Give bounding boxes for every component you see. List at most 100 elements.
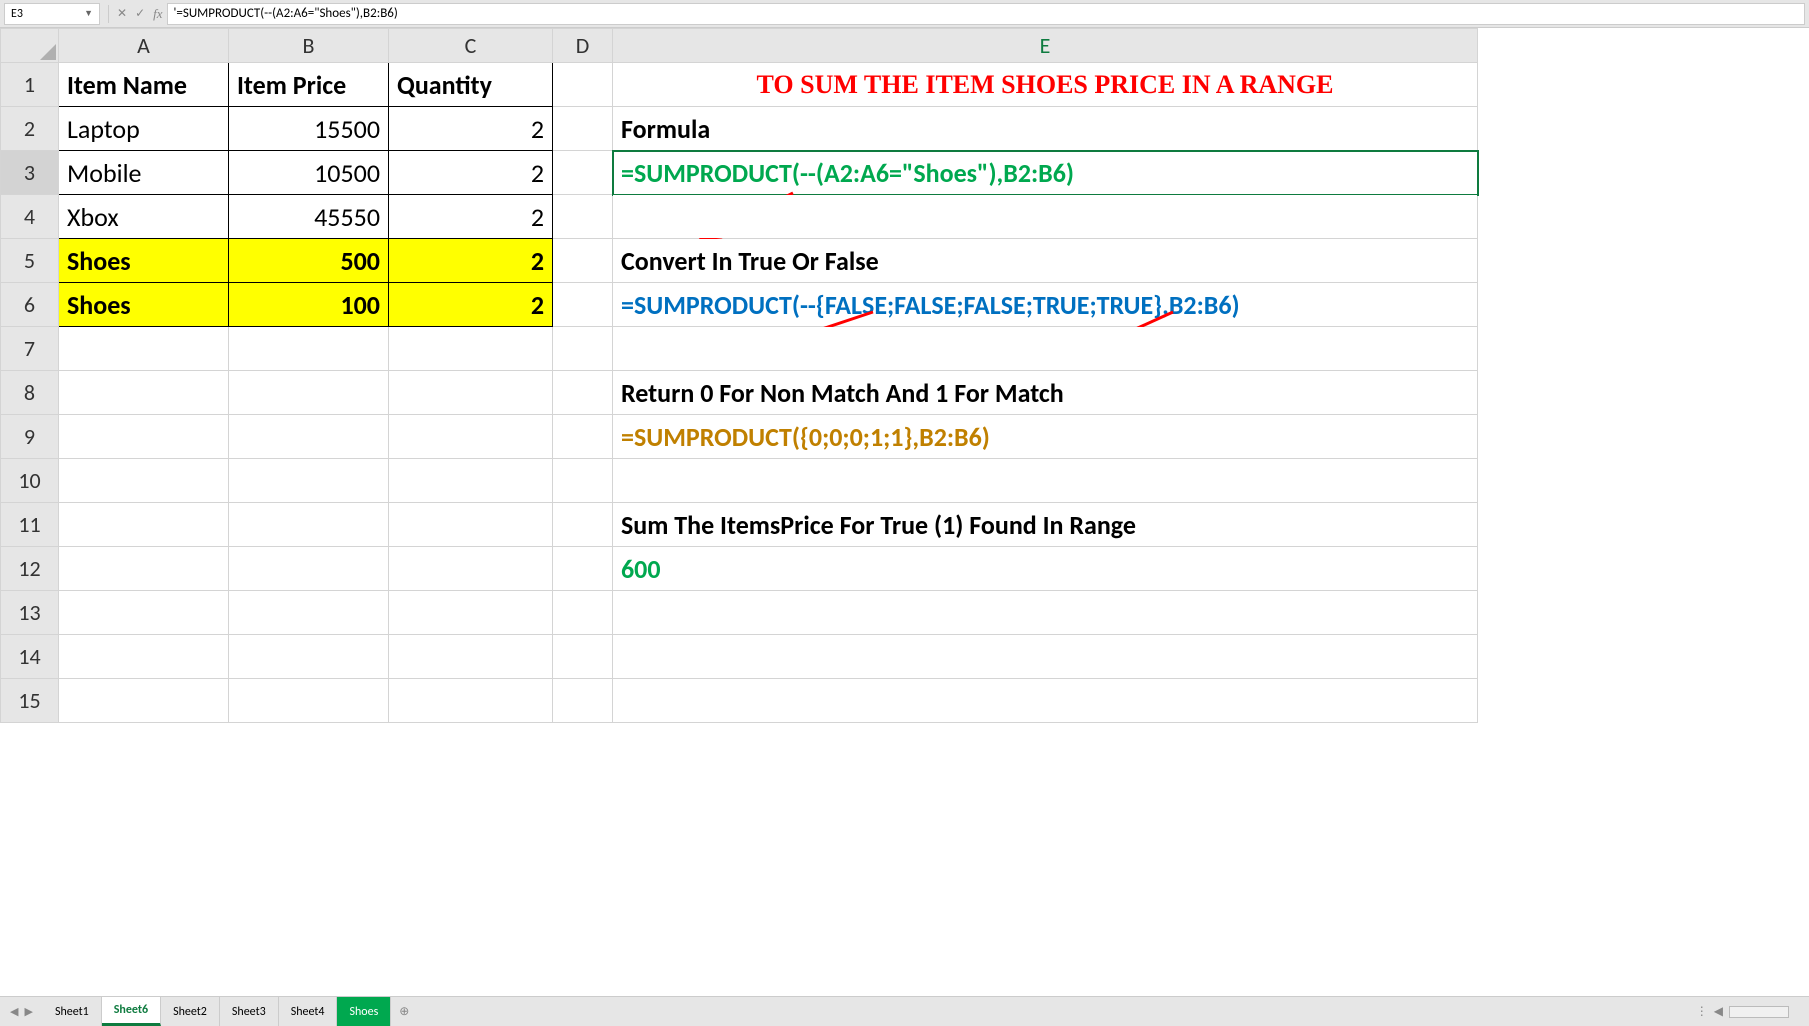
cell-A3[interactable]: Mobile: [59, 151, 229, 195]
cell-D7[interactable]: [553, 327, 613, 371]
cell-C8[interactable]: [389, 371, 553, 415]
cell-C5[interactable]: 2: [389, 239, 553, 283]
tab-nav-next-icon[interactable]: ▶: [24, 1005, 32, 1018]
cell-C12[interactable]: [389, 547, 553, 591]
cell-B9[interactable]: [229, 415, 389, 459]
cell-D2[interactable]: [553, 107, 613, 151]
cell-C15[interactable]: [389, 679, 553, 723]
row-header-6[interactable]: 6: [1, 283, 59, 327]
cell-E8[interactable]: Return 0 For Non Match And 1 For Match: [613, 371, 1478, 415]
row-header-12[interactable]: 12: [1, 547, 59, 591]
cell-E3[interactable]: =SUMPRODUCT(--(A2:A6="Shoes"),B2:B6): [613, 151, 1478, 195]
cell-D15[interactable]: [553, 679, 613, 723]
cell-C7[interactable]: [389, 327, 553, 371]
cell-C10[interactable]: [389, 459, 553, 503]
cell-A14[interactable]: [59, 635, 229, 679]
cell-D6[interactable]: [553, 283, 613, 327]
row-header-7[interactable]: 7: [1, 327, 59, 371]
cell-E12[interactable]: 600: [613, 547, 1478, 591]
cell-E9[interactable]: =SUMPRODUCT({0;0;0;1;1},B2:B6): [613, 415, 1478, 459]
cell-D4[interactable]: [553, 195, 613, 239]
cell-B3[interactable]: 10500: [229, 151, 389, 195]
cell-D3[interactable]: [553, 151, 613, 195]
row-header-8[interactable]: 8: [1, 371, 59, 415]
scrollbar-track[interactable]: [1729, 1006, 1789, 1018]
cell-A7[interactable]: [59, 327, 229, 371]
row-header-13[interactable]: 13: [1, 591, 59, 635]
cell-B8[interactable]: [229, 371, 389, 415]
cell-C14[interactable]: [389, 635, 553, 679]
name-box-dropdown-icon[interactable]: ▼: [84, 8, 93, 19]
cell-A8[interactable]: [59, 371, 229, 415]
tab-nav-prev-icon[interactable]: ◀: [10, 1005, 18, 1018]
cell-B5[interactable]: 500: [229, 239, 389, 283]
cell-B11[interactable]: [229, 503, 389, 547]
cell-E7[interactable]: [613, 327, 1478, 371]
cell-B14[interactable]: [229, 635, 389, 679]
cell-E6[interactable]: =SUMPRODUCT(--{FALSE;FALSE;FALSE;TRUE;TR…: [613, 283, 1478, 327]
row-header-3[interactable]: 3: [1, 151, 59, 195]
cell-B15[interactable]: [229, 679, 389, 723]
row-header-1[interactable]: 1: [1, 63, 59, 107]
cell-E14[interactable]: [613, 635, 1478, 679]
cell-B10[interactable]: [229, 459, 389, 503]
cell-E11[interactable]: Sum The ItemsPrice For True (1) Found In…: [613, 503, 1478, 547]
tab-sheet3[interactable]: Sheet3: [220, 997, 279, 1026]
accept-icon[interactable]: ✓: [135, 6, 145, 21]
cell-A5[interactable]: Shoes: [59, 239, 229, 283]
cell-E2[interactable]: Formula: [613, 107, 1478, 151]
cell-A11[interactable]: [59, 503, 229, 547]
cell-C4[interactable]: 2: [389, 195, 553, 239]
col-header-E[interactable]: E: [613, 29, 1478, 63]
cell-E10[interactable]: [613, 459, 1478, 503]
cell-E15[interactable]: [613, 679, 1478, 723]
col-header-D[interactable]: D: [553, 29, 613, 63]
row-header-9[interactable]: 9: [1, 415, 59, 459]
cell-A15[interactable]: [59, 679, 229, 723]
col-header-B[interactable]: B: [229, 29, 389, 63]
tab-sheet1[interactable]: Sheet1: [43, 997, 102, 1026]
cell-B2[interactable]: 15500: [229, 107, 389, 151]
col-header-C[interactable]: C: [389, 29, 553, 63]
cell-C13[interactable]: [389, 591, 553, 635]
cell-A13[interactable]: [59, 591, 229, 635]
cell-C2[interactable]: 2: [389, 107, 553, 151]
cell-C11[interactable]: [389, 503, 553, 547]
formula-input[interactable]: '=SUMPRODUCT(--(A2:A6="Shoes"),B2:B6): [167, 3, 1805, 25]
cell-A10[interactable]: [59, 459, 229, 503]
col-header-A[interactable]: A: [59, 29, 229, 63]
row-header-11[interactable]: 11: [1, 503, 59, 547]
cell-D13[interactable]: [553, 591, 613, 635]
spreadsheet-grid[interactable]: A B C D E 1 Item Name Item Price Quantit…: [0, 28, 1809, 996]
cell-E13[interactable]: [613, 591, 1478, 635]
row-header-10[interactable]: 10: [1, 459, 59, 503]
tab-shoes[interactable]: Shoes: [337, 997, 391, 1026]
cell-A1[interactable]: Item Name: [59, 63, 229, 107]
fx-icon[interactable]: fx: [153, 6, 162, 22]
cell-B6[interactable]: 100: [229, 283, 389, 327]
cell-C9[interactable]: [389, 415, 553, 459]
cell-C6[interactable]: 2: [389, 283, 553, 327]
tab-sheet6[interactable]: Sheet6: [102, 997, 161, 1026]
row-header-5[interactable]: 5: [1, 239, 59, 283]
row-header-15[interactable]: 15: [1, 679, 59, 723]
cell-D1[interactable]: [553, 63, 613, 107]
select-all-corner[interactable]: [1, 29, 59, 63]
cell-E5[interactable]: Convert In True Or False: [613, 239, 1478, 283]
cell-B4[interactable]: 45550: [229, 195, 389, 239]
cell-B12[interactable]: [229, 547, 389, 591]
cell-A12[interactable]: [59, 547, 229, 591]
cell-D14[interactable]: [553, 635, 613, 679]
cell-C1[interactable]: Quantity: [389, 63, 553, 107]
cell-D12[interactable]: [553, 547, 613, 591]
scroll-left-icon[interactable]: ◀: [1714, 1004, 1723, 1019]
cell-A9[interactable]: [59, 415, 229, 459]
row-header-14[interactable]: 14: [1, 635, 59, 679]
tab-sheet4[interactable]: Sheet4: [279, 997, 338, 1026]
row-header-2[interactable]: 2: [1, 107, 59, 151]
add-sheet-button[interactable]: ⊕: [391, 1004, 417, 1019]
cell-B7[interactable]: [229, 327, 389, 371]
cell-A6[interactable]: Shoes: [59, 283, 229, 327]
name-box[interactable]: E3 ▼: [4, 3, 100, 25]
cancel-icon[interactable]: ✕: [117, 6, 127, 21]
